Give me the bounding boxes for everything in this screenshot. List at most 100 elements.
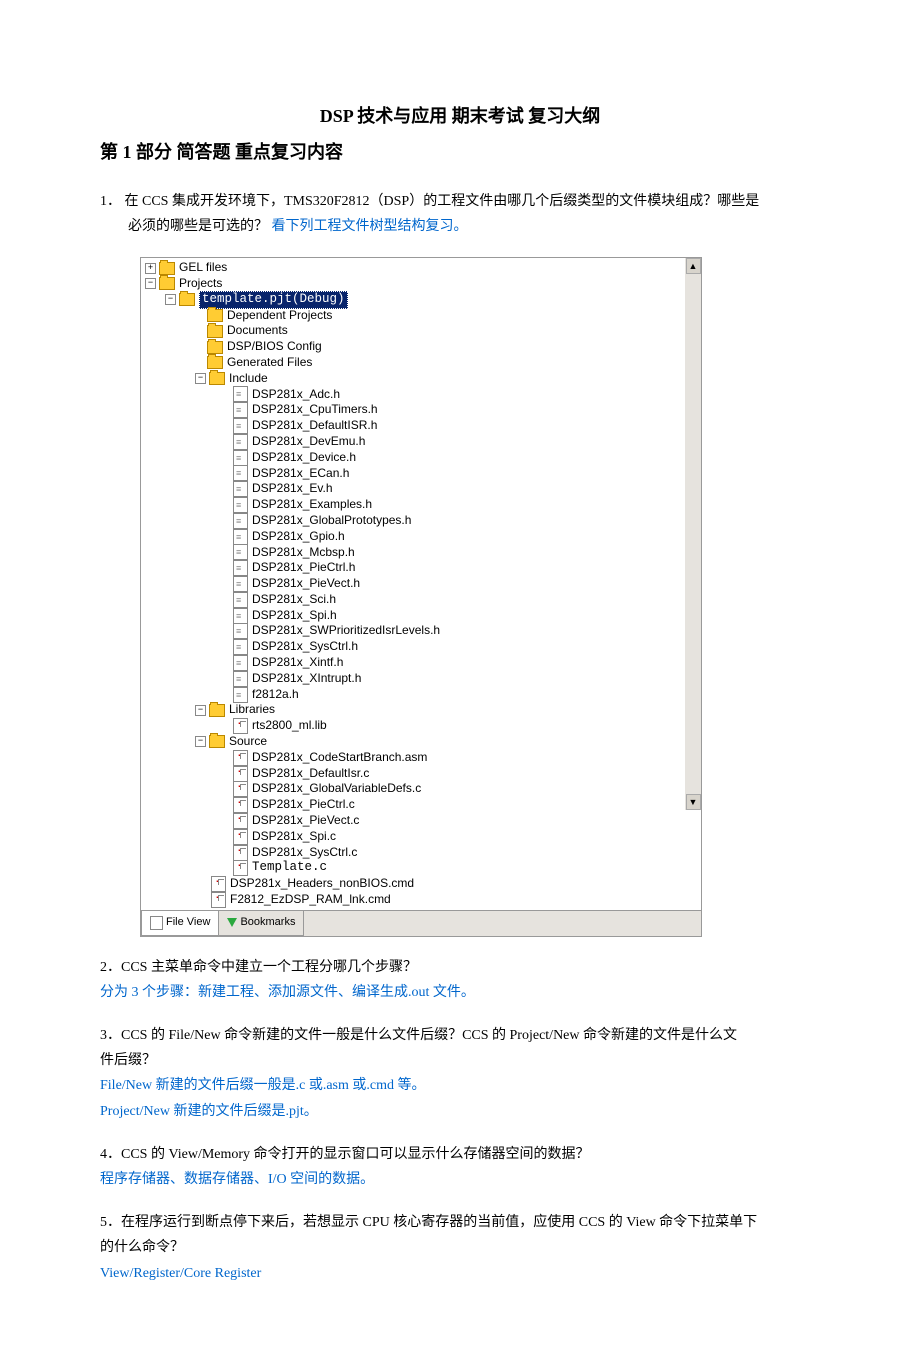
header-file-icon [233, 687, 248, 703]
tree-source-row[interactable]: −Source [145, 734, 685, 750]
tree-item-row[interactable]: DSP281x_DefaultIsr.c [145, 766, 685, 782]
header-file-icon [233, 418, 248, 434]
expander-plus-icon[interactable]: + [145, 263, 156, 274]
tree-item-row[interactable]: DSP281x_CpuTimers.h [145, 402, 685, 418]
tree-item-row[interactable]: DSP281x_GlobalVariableDefs.c [145, 781, 685, 797]
question-2: 2．CCS 主菜单命令中建立一个工程分哪几个步骤？ 分为 3 个步骤：新建工程、… [100, 955, 820, 1005]
project-tree-panel: ▲ ▼ +GEL files −Projects −template.pjt(D… [140, 257, 702, 936]
folder-icon [207, 309, 223, 322]
q3-answer-line1: File/New 新建的文件后缀一般是.c 或.asm 或.cmd 等。 [100, 1073, 820, 1098]
tab-bookmarks-label: Bookmarks [240, 913, 295, 933]
tree-item-row[interactable]: DSP281x_SysCtrl.h [145, 639, 685, 655]
folder-icon [207, 325, 223, 338]
tree-item-row[interactable]: Generated Files [145, 355, 685, 371]
tree-item-label: DSP281x_PieVect.h [252, 576, 360, 592]
tree-item-row[interactable]: DSP281x_Ev.h [145, 481, 685, 497]
header-file-icon [233, 386, 248, 402]
expander-minus-icon[interactable]: − [145, 278, 156, 289]
tree-gel-label: GEL files [179, 260, 227, 276]
tree-item-row[interactable]: DSP281x_Mcbsp.h [145, 545, 685, 561]
header-file-icon [233, 513, 248, 529]
tree-item-row[interactable]: DSP281x_Adc.h [145, 387, 685, 403]
tree-item-row[interactable]: DSP281x_Headers_nonBIOS.cmd [145, 876, 685, 892]
tree-item-label: Dependent Projects [227, 308, 332, 324]
expander-minus-icon[interactable]: − [165, 294, 176, 305]
tree-item-row[interactable]: DSP281x_CodeStartBranch.asm [145, 750, 685, 766]
tree-item-row[interactable]: DSP281x_Gpio.h [145, 529, 685, 545]
tree-item-row[interactable]: DSP281x_Device.h [145, 450, 685, 466]
tree-body: +GEL files −Projects −template.pjt(Debug… [141, 258, 685, 910]
header-file-icon [233, 450, 248, 466]
tree-libfile-row[interactable]: rts2800_ml.lib [145, 718, 685, 734]
tree-item-row[interactable]: Template.c [145, 860, 685, 876]
tree-scrollbar[interactable]: ▲ ▼ [685, 258, 701, 810]
tree-item-label: Template.c [252, 860, 327, 876]
tree-item-label: DSP281x_Device.h [252, 450, 356, 466]
tree-libraries-row[interactable]: − Libraries [145, 702, 685, 718]
expander-minus-icon[interactable]: − [195, 705, 206, 716]
tab-bookmarks[interactable]: Bookmarks [218, 911, 304, 936]
tree-projects-row[interactable]: − Projects [145, 276, 685, 292]
section-1-heading: 第 1 部分 简答题 重点复习内容 [100, 136, 820, 168]
tree-pjt-row[interactable]: −template.pjt(Debug) [145, 292, 685, 308]
expander-minus-icon[interactable]: − [195, 373, 206, 384]
header-file-icon [233, 592, 248, 608]
tree-include-row[interactable]: − Include [145, 371, 685, 387]
tree-item-row[interactable]: Documents [145, 323, 685, 339]
tree-item-label: DSP281x_GlobalVariableDefs.c [252, 781, 421, 797]
tree-item-label: DSP281x_Ev.h [252, 481, 333, 497]
header-file-icon [233, 544, 248, 560]
tree-item-row[interactable]: DSP281x_PieVect.c [145, 813, 685, 829]
expander-minus-icon[interactable]: − [195, 736, 206, 747]
tree-item-row[interactable]: DSP281x_DevEmu.h [145, 434, 685, 450]
tree-item-label: DSP281x_SWPrioritizedIsrLevels.h [252, 623, 440, 639]
header-file-icon [233, 402, 248, 418]
tree-item-label: DSP/BIOS Config [227, 339, 322, 355]
tab-file-view[interactable]: File View [141, 911, 219, 936]
tree-item-label: DSP281x_ECan.h [252, 466, 349, 482]
tree-item-row[interactable]: DSP281x_Xintf.h [145, 655, 685, 671]
tree-include-label: Include [229, 371, 268, 387]
tree-item-label: DSP281x_PieCtrl.c [252, 797, 355, 813]
tree-item-label: DSP281x_CodeStartBranch.asm [252, 750, 427, 766]
tree-item-row[interactable]: DSP281x_XIntrupt.h [145, 671, 685, 687]
tree-item-label: DSP281x_Spi.h [252, 608, 337, 624]
tree-item-label: DSP281x_DefaultIsr.c [252, 766, 369, 782]
tree-item-label: DSP281x_Xintf.h [252, 655, 343, 671]
tree-item-label: DSP281x_DefaultISR.h [252, 418, 377, 434]
tree-item-row[interactable]: DSP281x_SysCtrl.c [145, 845, 685, 861]
tree-item-row[interactable]: F2812_EzDSP_RAM_lnk.cmd [145, 892, 685, 908]
tree-item-row[interactable]: DSP281x_GlobalPrototypes.h [145, 513, 685, 529]
tree-projects-label: Projects [179, 276, 222, 292]
tree-item-row[interactable]: DSP281x_PieCtrl.h [145, 560, 685, 576]
tree-item-row[interactable]: DSP281x_ECan.h [145, 466, 685, 482]
tree-item-row[interactable]: f2812a.h [145, 687, 685, 703]
header-file-icon [233, 608, 248, 624]
q1-number: 1． [100, 194, 121, 209]
tree-gel-row[interactable]: + GEL files [145, 260, 685, 276]
header-file-icon [233, 560, 248, 576]
folder-icon [209, 372, 225, 385]
tree-item-row[interactable]: Dependent Projects [145, 308, 685, 324]
question-4: 4．CCS 的 View/Memory 命令打开的显示窗口可以显示什么存储器空间… [100, 1142, 820, 1192]
tree-item-label: DSP281x_Examples.h [252, 497, 372, 513]
tree-item-row[interactable]: DSP281x_Spi.h [145, 608, 685, 624]
tree-item-row[interactable]: DSP281x_Spi.c [145, 829, 685, 845]
folder-icon [179, 293, 195, 306]
tree-libraries-label: Libraries [229, 702, 275, 718]
tree-item-row[interactable]: DSP281x_Sci.h [145, 592, 685, 608]
tree-item-row[interactable]: DSP281x_DefaultISR.h [145, 418, 685, 434]
question-3: 3．CCS 的 File/New 命令新建的文件一般是什么文件后缀？CCS 的 … [100, 1023, 820, 1124]
header-file-icon [233, 671, 248, 687]
scroll-down-button[interactable]: ▼ [686, 794, 701, 810]
tree-item-row[interactable]: DSP281x_PieCtrl.c [145, 797, 685, 813]
tree-item-label: DSP281x_PieCtrl.h [252, 560, 355, 576]
tree-item-label: DSP281x_Spi.c [252, 829, 336, 845]
tree-item-row[interactable]: DSP/BIOS Config [145, 339, 685, 355]
scroll-up-button[interactable]: ▲ [686, 258, 701, 274]
tree-item-row[interactable]: DSP281x_Examples.h [145, 497, 685, 513]
tree-item-label: DSP281x_Mcbsp.h [252, 545, 355, 561]
tree-item-row[interactable]: DSP281x_SWPrioritizedIsrLevels.h [145, 623, 685, 639]
tree-item-row[interactable]: DSP281x_PieVect.h [145, 576, 685, 592]
q2-answer: 分为 3 个步骤：新建工程、添加源文件、编译生成.out 文件。 [100, 980, 820, 1005]
